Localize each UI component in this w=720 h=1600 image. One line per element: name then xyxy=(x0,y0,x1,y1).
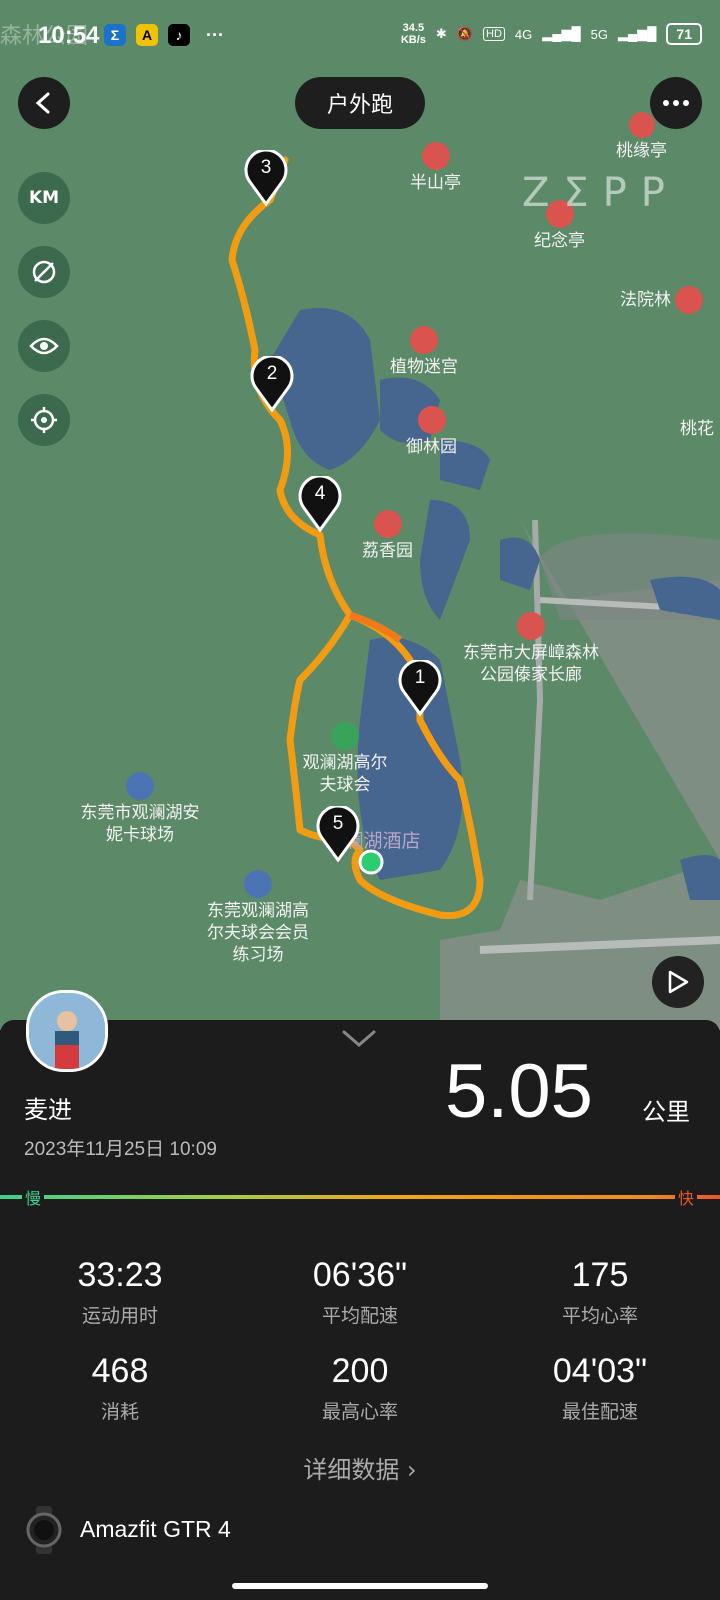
chevron-down-icon[interactable] xyxy=(342,1030,376,1048)
signal-bars-icon: ▂▄▆█ xyxy=(618,26,657,41)
more-button[interactable] xyxy=(650,77,702,129)
bluetooth-icon: ✱ xyxy=(435,26,447,41)
stat-duration: 33:23 运动用时 xyxy=(77,1256,163,1327)
km-marker-2[interactable]: 2 xyxy=(250,354,294,413)
eye-icon xyxy=(29,337,59,355)
route-off-icon xyxy=(32,260,56,284)
watch-icon xyxy=(26,1506,62,1554)
km-marker-4[interactable]: 4 xyxy=(298,474,342,533)
poi-taohua[interactable]: 桃花 xyxy=(680,418,714,440)
poi-banshan-pavilion[interactable]: 半山亭 xyxy=(410,142,461,194)
details-link[interactable]: 详细数据 › xyxy=(0,1450,720,1485)
poi-annika-course[interactable]: 东莞市观澜湖安妮卡球场 xyxy=(80,772,200,846)
unit-km-button[interactable]: KM xyxy=(18,172,70,224)
app-icon-1: Σ xyxy=(104,24,126,46)
more-dots-icon xyxy=(663,100,689,106)
network-speed: 34.5 KB/s xyxy=(400,22,426,46)
play-icon xyxy=(668,970,689,994)
back-arrow-icon xyxy=(35,92,50,114)
mute-icon: 🔕 xyxy=(456,26,473,41)
chevron-right-icon: › xyxy=(407,1456,417,1484)
route-map[interactable]: 桃缘亭 半山亭 纪念亭 法院林 植物迷宫 御林园 荔香园 桃花 东莞市大屏嶂森林… xyxy=(0,0,720,1030)
device-name[interactable]: Amazfit GTR 4 xyxy=(80,1516,231,1543)
map-canvas xyxy=(228,156,720,1030)
pace-gradient-bar xyxy=(0,1195,720,1199)
stat-calories: 468 消耗 xyxy=(91,1352,149,1423)
status-time: 10:54 xyxy=(38,22,100,49)
replay-button[interactable] xyxy=(652,956,704,1008)
stat-avg-pace: 06'36" 平均配速 xyxy=(312,1256,408,1327)
stat-max-heart-rate: 200 最高心率 xyxy=(321,1352,398,1423)
poi-practice-range[interactable]: 东莞观澜湖高尔夫球会会员练习场 xyxy=(206,870,310,966)
more-notifications-icon: ··· xyxy=(206,25,224,45)
avatar[interactable] xyxy=(26,990,108,1072)
pace-fast-label: 快 xyxy=(675,1185,698,1209)
battery-indicator: 71 xyxy=(666,23,702,45)
distance-value: 5.05 xyxy=(445,1049,593,1134)
poi-daijia-corridor[interactable]: 东莞市大屏嶂森林公园傣家长廊 xyxy=(456,612,606,686)
signal-4g: 4G xyxy=(514,26,533,42)
status-bar: 森林公园 10:54 Σ A ♪ ··· 34.5 KB/s ✱ 🔕 HD 4G … xyxy=(0,0,720,70)
locate-icon xyxy=(31,407,57,433)
signal-bars-icon: ▂▄▆█ xyxy=(542,26,581,41)
distance-unit: 公里 xyxy=(642,1098,690,1126)
hide-route-button[interactable] xyxy=(18,246,70,298)
pace-slow-label: 慢 xyxy=(22,1185,45,1209)
poi-golf-club[interactable]: 观澜湖高尔夫球会 xyxy=(298,722,392,796)
zepp-watermark: ZΣPP xyxy=(522,170,679,216)
activity-title[interactable]: 户外跑 xyxy=(295,77,425,129)
view-toggle-button[interactable] xyxy=(18,320,70,372)
poi-plant-maze[interactable]: 植物迷宫 xyxy=(390,326,458,378)
locate-button[interactable] xyxy=(18,394,70,446)
hd-icon: HD xyxy=(483,27,505,41)
poi-yulin-garden[interactable]: 御林园 xyxy=(406,406,457,458)
km-marker-5[interactable]: 5 xyxy=(316,804,360,863)
stat-best-pace: 04'03" 最佳配速 xyxy=(552,1352,648,1423)
km-marker-1[interactable]: 1 xyxy=(398,658,442,717)
tiktok-icon: ♪ xyxy=(168,24,190,46)
km-marker-3[interactable]: 3 xyxy=(244,148,288,207)
home-indicator[interactable] xyxy=(232,1583,488,1589)
user-name: 麦进 xyxy=(24,1096,72,1124)
app-icon-2: A xyxy=(136,24,158,46)
poi-lixiang-garden[interactable]: 荔香园 xyxy=(362,510,413,562)
poi-fayuanlin[interactable]: 法院林 xyxy=(620,286,703,314)
back-button[interactable] xyxy=(18,77,70,129)
activity-date: 2023年11月25日 10:09 xyxy=(24,1139,217,1160)
signal-5g: 5G xyxy=(590,26,608,42)
stat-avg-heart-rate: 175 平均心率 xyxy=(561,1256,638,1327)
